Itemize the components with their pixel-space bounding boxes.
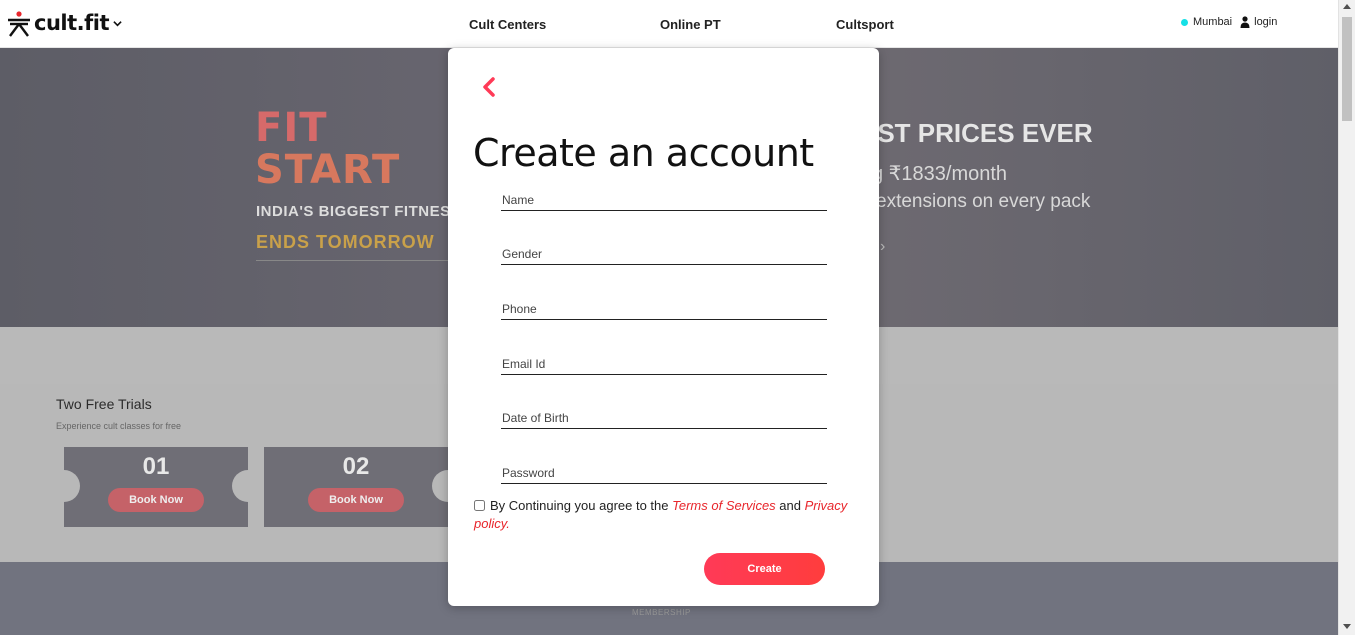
dob-input[interactable] [501, 409, 827, 427]
logo-text: cult.fit [34, 11, 110, 35]
membership-label: MEMBERSHIP [632, 608, 691, 617]
book-now-button[interactable]: Book Now [308, 488, 404, 512]
user-icon[interactable] [1240, 16, 1250, 28]
create-button[interactable]: Create [704, 553, 825, 585]
location-dot-icon [1181, 18, 1188, 26]
hero-fit: FIT [255, 105, 328, 151]
hero-right-price: g ₹1833/month [872, 163, 1008, 185]
create-account-modal: Create an account By Continuing you agre… [448, 48, 879, 606]
cult-logo-icon [8, 11, 30, 37]
phone-field [501, 300, 827, 320]
email-field [501, 355, 827, 375]
ticket-number: 01 [142, 453, 170, 480]
scrollbar-thumb[interactable] [1342, 17, 1352, 121]
name-input[interactable] [501, 191, 827, 209]
terms-checkbox[interactable] [474, 500, 485, 511]
trial-ticket: 01 Book Now [48, 447, 248, 527]
nav-online-pt[interactable]: Online PT [660, 17, 721, 32]
ticket-notch [232, 470, 264, 502]
scroll-up-arrow-icon[interactable] [1343, 4, 1351, 9]
phone-input[interactable] [501, 300, 827, 318]
nav-cultsport[interactable]: Cultsport [836, 17, 894, 32]
scroll-down-arrow-icon[interactable] [1343, 624, 1351, 629]
password-input[interactable] [501, 464, 827, 482]
page-scrollbar[interactable] [1338, 0, 1355, 635]
hero-ends: ENDS TOMORROW [256, 232, 435, 252]
hero-right-extensions: extensions on every pack [876, 191, 1091, 212]
and-text: and [775, 498, 805, 513]
chevron-down-icon[interactable] [113, 19, 122, 28]
hero-right-title: EST PRICES EVER [860, 118, 1093, 148]
book-now-button[interactable]: Book Now [108, 488, 204, 512]
name-field [501, 191, 827, 211]
logo[interactable]: cult.fit [6, 8, 122, 38]
hero-arrow-icon[interactable]: › [880, 238, 885, 256]
email-input[interactable] [501, 355, 827, 373]
hero-divider [256, 260, 456, 261]
trials-subtitle: Experience cult classes for free [56, 421, 182, 431]
dob-field [501, 409, 827, 429]
hero-start: START [255, 147, 401, 193]
back-arrow-icon[interactable] [478, 76, 500, 98]
top-header: cult.fit Cult Centers Online PT Cultspor… [0, 0, 1338, 48]
ticket-number: 02 [342, 453, 370, 480]
terms-link[interactable]: Terms of Services [672, 498, 776, 513]
modal-title: Create an account [473, 131, 814, 175]
city-selector[interactable]: Mumbai [1193, 16, 1232, 28]
login-link[interactable]: login [1254, 16, 1277, 28]
agree-text: By Continuing you agree to the [490, 498, 673, 513]
gender-input[interactable] [501, 245, 827, 263]
hero-subtitle: INDIA'S BIGGEST FITNESS S [256, 203, 477, 220]
gender-field [501, 245, 827, 265]
nav-cult-centers[interactable]: Cult Centers [469, 17, 546, 32]
header-right: Mumbai login [1181, 16, 1277, 28]
trials-title: Two Free Trials [56, 396, 152, 412]
trial-ticket: 02 Book Now [232, 447, 448, 527]
terms-agreement: By Continuing you agree to the Terms of … [474, 497, 854, 533]
password-field [501, 464, 827, 484]
